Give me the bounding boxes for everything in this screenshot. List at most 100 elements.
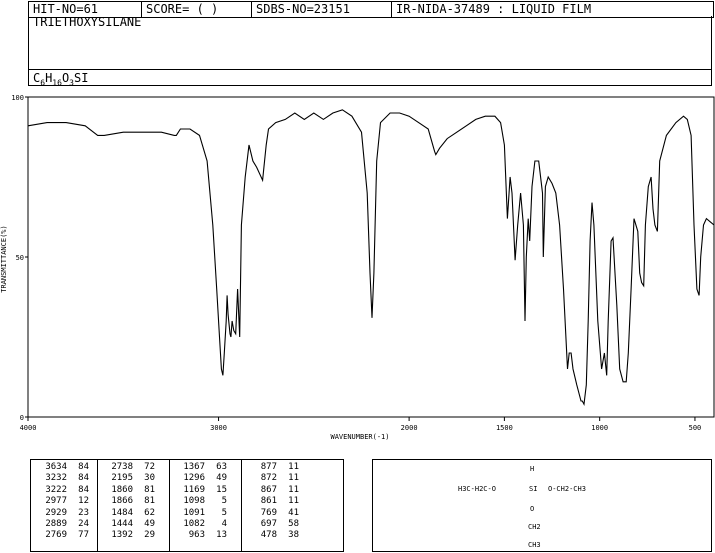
peak-wavenumber: 3232: [45, 473, 67, 484]
peak-row: 861 11: [247, 496, 299, 507]
x-tick-label: 3000: [210, 424, 227, 432]
struct-h: H: [530, 465, 535, 473]
structure-diagram: H H3C-H2C-O SI O-CH2-CH3 O CH2 CH3: [372, 459, 712, 552]
peak-wavenumber: 1169: [183, 484, 205, 495]
peak-row: 2769 77: [37, 530, 89, 541]
score: SCORE= ( ): [141, 2, 251, 17]
peak-transmittance: 84: [78, 473, 89, 484]
peak-wavenumber: 1098: [183, 496, 205, 507]
peak-transmittance: 24: [78, 519, 89, 530]
peak-row: 2889 24: [37, 519, 89, 530]
peak-table: 3634 84 3232 84 3222 84 2977 12 2929 23 2889 24 2769…: [30, 459, 344, 552]
peak-row: 1296 49: [175, 473, 227, 484]
peak-row: 3222 84: [37, 485, 89, 496]
peak-table-separator: [97, 460, 98, 551]
peak-transmittance: 5: [221, 507, 227, 518]
ir-spectrum-chart: 100500 4000 3000 2000 1500 1000 500 WAVENUMBE…: [0, 94, 715, 441]
peak-wavenumber: 3634: [45, 462, 67, 472]
peak-wavenumber: 867: [260, 484, 277, 495]
peak-transmittance: 4: [221, 519, 227, 530]
peak-column: 2738 72 2195 30 1860 81 1866 81 1484 62 1444 49 1392…: [103, 462, 155, 542]
peak-transmittance: 30: [144, 473, 155, 484]
peak-transmittance: 11: [288, 473, 299, 484]
x-tick-label: 2000: [401, 424, 418, 432]
peak-wavenumber: 2977: [45, 496, 67, 507]
peak-wavenumber: 2889: [45, 519, 67, 530]
compound-name: TRIETHOXYSILANE: [28, 16, 712, 69]
peak-transmittance: 72: [144, 462, 155, 472]
peak-wavenumber: 3222: [45, 484, 67, 495]
peak-transmittance: 12: [78, 496, 89, 507]
peak-wavenumber: 2195: [111, 473, 133, 484]
peak-row: 2929 23: [37, 508, 89, 519]
peak-row: 1860 81: [103, 485, 155, 496]
x-tick-label: 500: [689, 424, 702, 432]
peak-transmittance: 11: [288, 484, 299, 495]
peak-row: 872 11: [247, 473, 299, 484]
peak-transmittance: 49: [216, 473, 227, 484]
peak-transmittance: 81: [144, 484, 155, 495]
y-tick-label: 100: [11, 94, 24, 102]
ir-info: IR-NIDA-37489 : LIQUID FILM: [391, 2, 713, 17]
peak-row: 3232 84: [37, 473, 89, 484]
peak-wavenumber: 1091: [183, 507, 205, 518]
struct-ch2: CH2: [528, 523, 541, 531]
peak-wavenumber: 697: [260, 519, 277, 530]
y-tick-label: 50: [16, 254, 24, 262]
peak-row: 769 41: [247, 508, 299, 519]
peak-row: 2195 30: [103, 473, 155, 484]
plot-frame: [27, 96, 715, 418]
peak-wavenumber: 1392: [111, 530, 133, 541]
peak-wavenumber: 877: [260, 462, 277, 472]
peak-transmittance: 5: [221, 496, 227, 507]
peak-table-separator: [241, 460, 242, 551]
peak-transmittance: 41: [288, 507, 299, 518]
peak-wavenumber: 963: [188, 530, 205, 541]
peak-column: 1367 63 1296 49 1169 15 1098 5 1091 5 1082 4 963 13: [175, 462, 227, 542]
peak-row: 478 38: [247, 530, 299, 541]
peak-row: 1444 49: [103, 519, 155, 530]
peak-transmittance: 11: [288, 496, 299, 507]
peak-wavenumber: 861: [260, 496, 277, 507]
peak-row: 1169 15: [175, 485, 227, 496]
peak-wavenumber: 1296: [183, 473, 205, 484]
peak-transmittance: 11: [288, 462, 299, 472]
peak-transmittance: 77: [78, 530, 89, 541]
peak-row: 1866 81: [103, 496, 155, 507]
peak-row: 2738 72: [103, 462, 155, 473]
peak-transmittance: 38: [288, 530, 299, 541]
peak-row: 1098 5: [175, 496, 227, 507]
peak-row: 1082 4: [175, 519, 227, 530]
x-tick-label: 1000: [591, 424, 608, 432]
peak-row: 1392 29: [103, 530, 155, 541]
peak-wavenumber: 2738: [111, 462, 133, 472]
peak-transmittance: 84: [78, 484, 89, 495]
peak-column: 877 11 872 11 867 11 861 11 769 41 697 58 478 38: [247, 462, 299, 542]
peak-wavenumber: 2769: [45, 530, 67, 541]
y-tick-label: 0: [20, 414, 24, 422]
molecular-formula: C6H16O3SI: [28, 69, 712, 87]
peak-row: 877 11: [247, 462, 299, 473]
peak-transmittance: 81: [144, 496, 155, 507]
sdbs-number: SDBS-NO=23151: [251, 2, 391, 17]
peak-transmittance: 49: [144, 519, 155, 530]
peak-wavenumber: 1367: [183, 462, 205, 472]
spectrum-line: [27, 109, 715, 407]
peak-transmittance: 15: [216, 484, 227, 495]
peak-wavenumber: 1082: [183, 519, 205, 530]
x-axis-label: WAVENUMBER(-1): [330, 433, 389, 441]
struct-right-chain: O-CH2-CH3: [548, 485, 586, 493]
peak-transmittance: 13: [216, 530, 227, 541]
peak-table-separator: [169, 460, 170, 551]
x-tick-label: 1500: [496, 424, 513, 432]
peak-row: 3634 84: [37, 462, 89, 473]
peak-transmittance: 29: [144, 530, 155, 541]
peak-row: 1091 5: [175, 508, 227, 519]
struct-o: O: [530, 505, 535, 513]
peak-wavenumber: 872: [260, 473, 277, 484]
struct-left-chain: H3C-H2C-O: [458, 485, 496, 493]
peak-row: 1484 62: [103, 508, 155, 519]
peak-wavenumber: 1484: [111, 507, 133, 518]
y-axis-label: TRANSMITTANCE(%): [0, 225, 8, 292]
peak-transmittance: 84: [78, 462, 89, 472]
